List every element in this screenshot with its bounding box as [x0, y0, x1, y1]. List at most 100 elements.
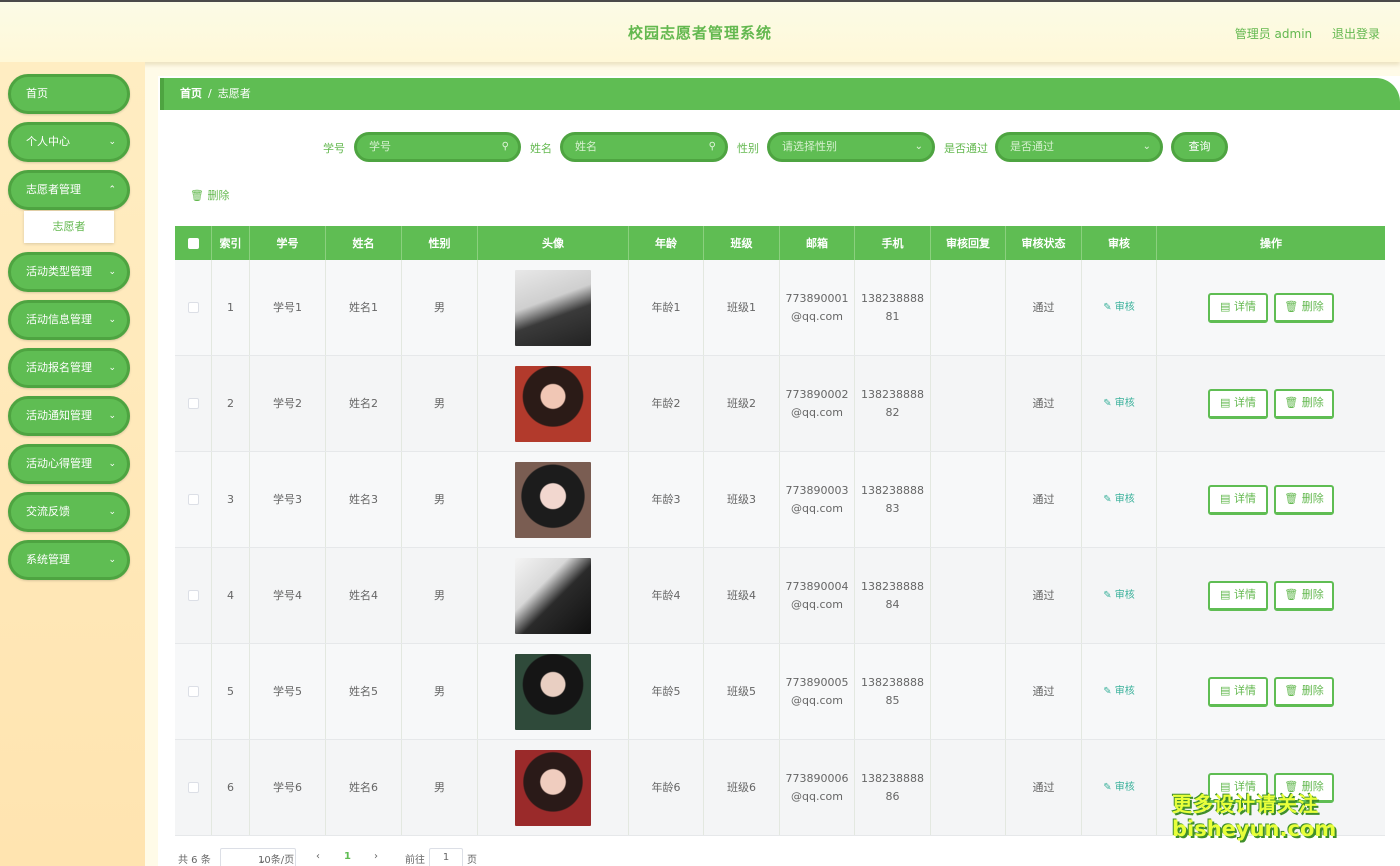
- email-line2: @qq.com: [791, 501, 843, 515]
- cell-age: 年龄6: [629, 740, 704, 835]
- trash-icon: 🗑: [190, 189, 204, 202]
- email-line1: 773890001: [785, 291, 849, 305]
- cell-index: 6: [212, 740, 250, 835]
- cell-class-text: 班级3: [727, 492, 756, 506]
- cell-class: 班级1: [704, 260, 780, 355]
- cell-gender-text: 男: [434, 588, 445, 602]
- cell-index-text: 6: [227, 780, 234, 794]
- gender-select[interactable]: 请选择性别 ⌄: [767, 132, 935, 162]
- student-id-input[interactable]: 学号 ⚲: [354, 132, 521, 162]
- cell-audit: ✎ 审核: [1082, 452, 1157, 547]
- header-user-area: 管理员 admin 退出登录: [1219, 25, 1380, 42]
- row-checkbox[interactable]: [187, 398, 199, 409]
- delete-button[interactable]: 🗑 删除: [1274, 676, 1334, 707]
- breadcrumb-home[interactable]: 首页: [180, 87, 202, 100]
- chevron-right-icon[interactable]: ›: [374, 851, 378, 862]
- row-checkbox[interactable]: [187, 782, 199, 793]
- trash-icon: 🗑: [1284, 395, 1299, 409]
- admin-user-label[interactable]: 管理员 admin: [1235, 27, 1312, 41]
- select-all-checkbox[interactable]: [187, 237, 199, 249]
- cell-email: 773890002 @qq.com: [780, 356, 855, 451]
- email-line1: 773890006: [785, 771, 849, 785]
- cell-audit: ✎ 审核: [1082, 548, 1157, 643]
- cell-email: 773890004 @qq.com: [780, 548, 855, 643]
- detail-button[interactable]: ▤ 详情: [1208, 676, 1268, 707]
- audit-link[interactable]: ✎ 审核: [1103, 491, 1135, 509]
- query-button[interactable]: 查询: [1171, 132, 1228, 162]
- watermark-line1: 更多设计请关注: [1172, 792, 1319, 816]
- detail-button[interactable]: ▤ 详情: [1208, 484, 1268, 515]
- breadcrumb: 首页 / 志愿者: [160, 78, 1400, 110]
- cell-name: 姓名3: [326, 452, 402, 547]
- cell-index-text: 5: [227, 684, 234, 698]
- delete-button[interactable]: 🗑 删除: [1274, 292, 1334, 323]
- table-row: 3 学号3 姓名3 男 年龄3 班级3 773890003 @qq.com 138238888 8…: [175, 452, 1385, 548]
- cell-class-text: 班级1: [727, 300, 756, 314]
- cell-class-text: 班级5: [727, 684, 756, 698]
- row-checkbox[interactable]: [187, 494, 199, 505]
- cell-index: 4: [212, 548, 250, 643]
- cell-email-text: 773890003 @qq.com: [786, 482, 849, 518]
- cell-phone-text: 138238888 81: [861, 290, 924, 326]
- cell-audit-reply: [931, 548, 1006, 643]
- page-size-select[interactable]: 10条/页 ⌄: [220, 848, 296, 866]
- sidebar-item-system[interactable]: 系统管理 ⌄: [8, 540, 130, 580]
- sidebar-item-label: 活动信息管理: [26, 313, 92, 326]
- cell-phone: 138238888 83: [855, 452, 931, 547]
- cell-class: 班级6: [704, 740, 780, 835]
- sidebar-item-activity-info[interactable]: 活动信息管理 ⌄: [8, 300, 130, 340]
- cell-phone-text: 138238888 84: [861, 578, 924, 614]
- name-input[interactable]: 姓名 ⚲: [560, 132, 728, 162]
- audit-link[interactable]: ✎ 审核: [1103, 587, 1135, 605]
- logout-link[interactable]: 退出登录: [1332, 27, 1380, 41]
- cell-student-id-text: 学号2: [273, 396, 302, 410]
- sidebar-item-activity-type[interactable]: 活动类型管理 ⌄: [8, 252, 130, 292]
- cell-age-text: 年龄5: [651, 684, 681, 698]
- cell-index-text: 4: [227, 588, 234, 602]
- goto-page-input[interactable]: 1: [429, 848, 463, 866]
- passed-placeholder: 是否通过: [1010, 140, 1054, 153]
- watermark: 更多设计请关注 bisheyun.com: [1172, 788, 1392, 841]
- audit-link[interactable]: ✎ 审核: [1103, 299, 1135, 317]
- edit-icon: ✎: [1103, 589, 1112, 601]
- main-content: 首页 / 志愿者 学号 学号 ⚲ 姓名 姓名 ⚲ 性别 请选择性别 ⌄ 是否通过 是否通过…: [158, 76, 1400, 866]
- sidebar-subitem-volunteer[interactable]: 志愿者: [24, 211, 114, 243]
- sidebar-item-feedback[interactable]: 交流反馈 ⌄: [8, 492, 130, 532]
- sidebar-item-personal-center[interactable]: 个人中心 ⌄: [8, 122, 130, 162]
- email-line2: @qq.com: [791, 309, 843, 323]
- audit-link[interactable]: ✎ 审核: [1103, 683, 1135, 701]
- col-index: 索引: [212, 226, 250, 260]
- audit-link[interactable]: ✎ 审核: [1103, 395, 1135, 413]
- passed-select[interactable]: 是否通过 ⌄: [995, 132, 1163, 162]
- cell-audit-status-text: 通过: [1032, 588, 1055, 602]
- page-number-current[interactable]: 1: [344, 851, 351, 862]
- cell-audit-status: 通过: [1006, 260, 1082, 355]
- cell-email-text: 773890002 @qq.com: [786, 386, 849, 422]
- chevron-left-icon[interactable]: ‹: [316, 851, 320, 862]
- sidebar-item-activity-reflection[interactable]: 活动心得管理 ⌄: [8, 444, 130, 484]
- chevron-down-icon: ⌄: [108, 315, 116, 325]
- detail-button[interactable]: ▤ 详情: [1208, 292, 1268, 323]
- search-form: 学号 学号 ⚲ 姓名 姓名 ⚲ 性别 请选择性别 ⌄ 是否通过 是否通过 ⌄ 查询: [158, 132, 1400, 162]
- cell-student-id-text: 学号4: [273, 588, 302, 602]
- audit-link[interactable]: ✎ 审核: [1103, 779, 1135, 797]
- sidebar-item-home[interactable]: 首页: [8, 74, 130, 114]
- delete-button[interactable]: 🗑 删除: [1274, 580, 1334, 611]
- document-icon: ▤: [1220, 395, 1231, 409]
- document-icon: ▤: [1220, 587, 1231, 601]
- cell-audit-reply: [931, 452, 1006, 547]
- delete-button[interactable]: 🗑 删除: [1274, 484, 1334, 515]
- row-checkbox[interactable]: [187, 686, 199, 697]
- sidebar-item-activity-signup[interactable]: 活动报名管理 ⌄: [8, 348, 130, 388]
- sidebar-item-volunteer-management[interactable]: 志愿者管理 ⌃: [8, 170, 130, 210]
- col-name: 姓名: [326, 226, 402, 260]
- delete-button[interactable]: 🗑 删除: [1274, 388, 1334, 419]
- row-checkbox[interactable]: [187, 302, 199, 313]
- detail-button[interactable]: ▤ 详情: [1208, 580, 1268, 611]
- bulk-delete-button[interactable]: 🗑 删除: [190, 187, 229, 203]
- detail-button[interactable]: ▤ 详情: [1208, 388, 1268, 419]
- edit-icon: ✎: [1103, 493, 1112, 505]
- audit-link-label: 审核: [1114, 781, 1135, 793]
- row-checkbox[interactable]: [187, 590, 199, 601]
- sidebar-item-activity-notice[interactable]: 活动通知管理 ⌄: [8, 396, 130, 436]
